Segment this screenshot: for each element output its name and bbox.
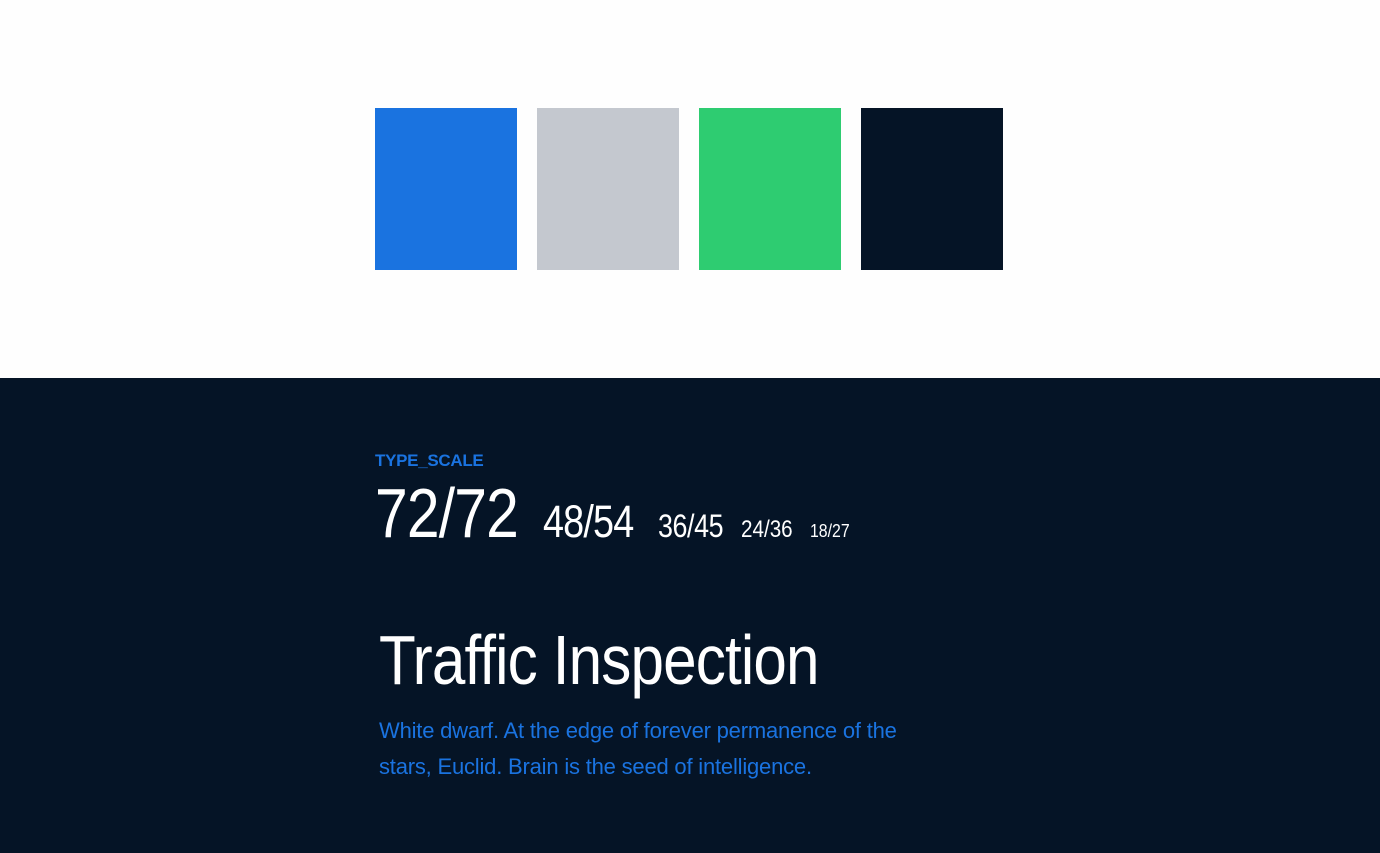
color-swatch-gray — [537, 108, 679, 270]
color-swatch-blue — [375, 108, 517, 270]
type-scale-label: TYPE_SCALE — [375, 451, 484, 470]
type-sample-48: 48/54 — [543, 496, 634, 547]
type-sample-72: 72/72 — [375, 474, 519, 552]
type-scale-samples: 72/72 48/54 36/45 24/36 18/27 — [375, 473, 855, 553]
type-sample-24: 24/36 — [741, 516, 794, 543]
color-palette-section — [0, 0, 1380, 378]
page: TYPE_SCALE 72/72 48/54 36/45 24/36 18/27… — [0, 0, 1380, 853]
headline: Traffic Inspection — [379, 621, 819, 699]
body-paragraph: White dwarf. At the edge of forever perm… — [379, 718, 897, 779]
type-sample-36: 36/45 — [657, 508, 724, 544]
type-scale-section: TYPE_SCALE 72/72 48/54 36/45 24/36 18/27… — [0, 378, 1380, 853]
color-swatch-navy — [861, 108, 1003, 270]
type-sample-18: 18/27 — [810, 521, 851, 541]
color-swatch-green — [699, 108, 841, 270]
